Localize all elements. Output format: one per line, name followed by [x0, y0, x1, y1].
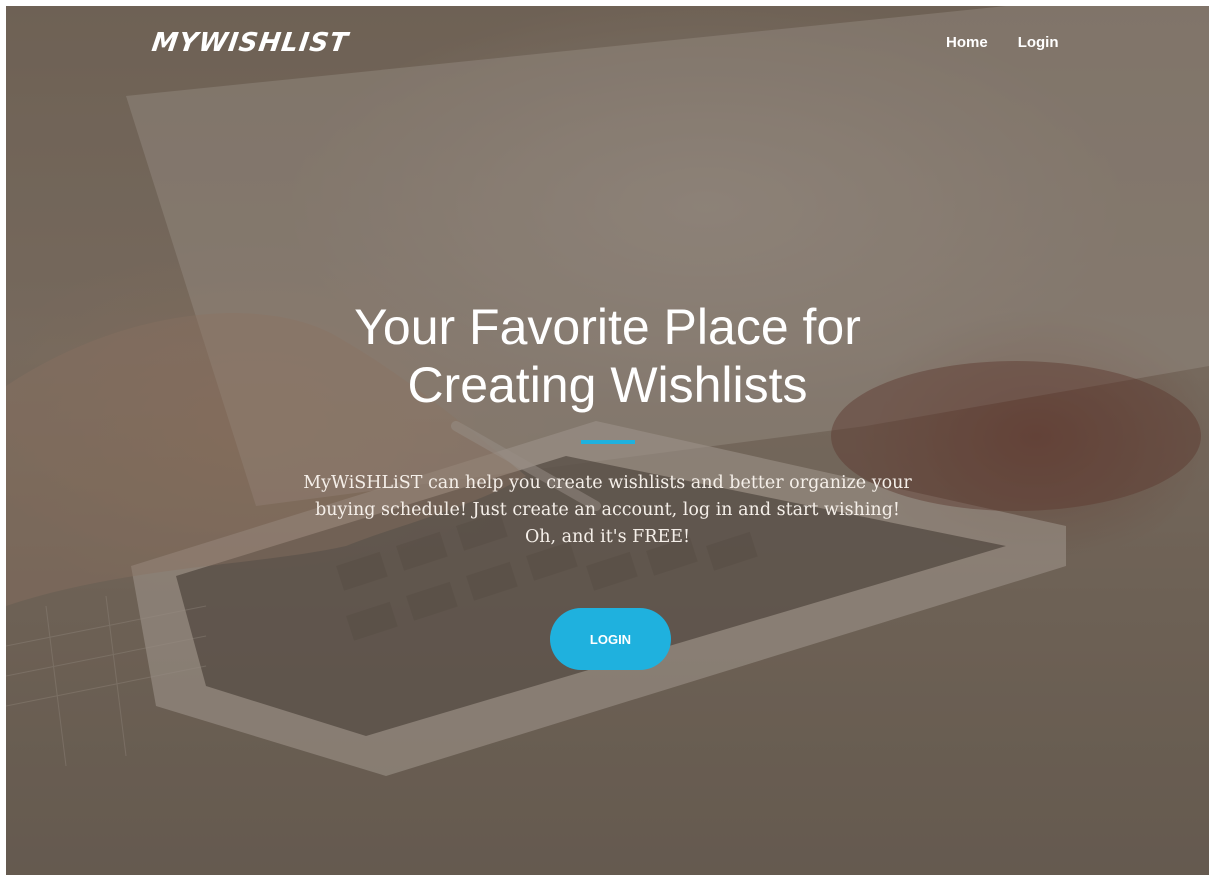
page-frame: MYWISHLIST Home Login Your Favorite Plac…: [6, 6, 1209, 875]
login-button[interactable]: LOGIN: [550, 608, 671, 670]
hero-section: Your Favorite Place for Creating Wishlis…: [6, 298, 1209, 551]
hero-title: Your Favorite Place for Creating Wishlis…: [354, 299, 861, 413]
brand-logo[interactable]: MYWISHLIST: [150, 28, 350, 58]
nav-home-link[interactable]: Home: [946, 34, 988, 51]
nav-links: Home Login: [946, 34, 1059, 51]
nav-login-link[interactable]: Login: [1018, 34, 1059, 51]
hero-description: MyWiSHLiST can help you create wishlists…: [303, 473, 912, 547]
title-divider: [580, 440, 635, 444]
top-navbar: MYWISHLIST Home Login: [6, 6, 1209, 86]
